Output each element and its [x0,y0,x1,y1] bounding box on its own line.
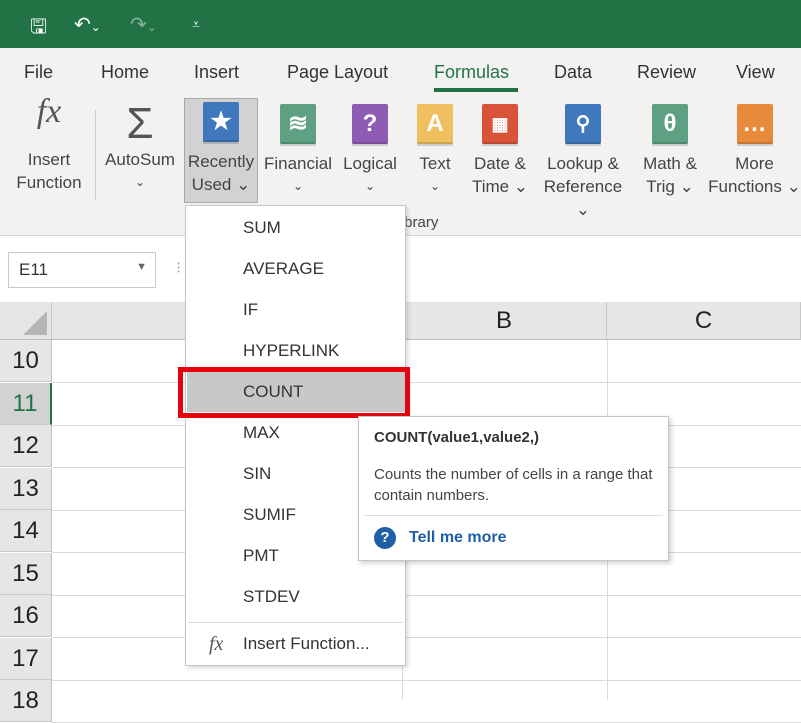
fx-icon: fx [209,633,224,655]
menu-item-hyperlink[interactable]: HYPERLINK [187,331,405,371]
ribbon-tabs: File Home Insert Page Layout Formulas Da… [0,48,801,96]
label: Financial [263,154,333,173]
gridline [52,382,801,383]
recently-used-button[interactable]: ★ Recently Used ⌄ [184,98,258,203]
grip-icon: ⁝ [176,260,182,277]
menu-item-stdev[interactable]: STDEV [187,577,405,617]
label: Time ⌄ [471,177,529,196]
label: Math & [643,154,697,173]
more-functions-button[interactable]: … More Functions ⌄ [708,100,801,198]
menu-item-sum[interactable]: SUM [187,208,405,248]
row-header-17[interactable]: 17 [0,637,52,680]
save-icon[interactable]: 🖫 [30,12,47,46]
label: Used ⌄ [191,175,251,194]
theta-book-icon: θ [652,104,688,146]
insert-function-button[interactable]: fx Insert Function [10,93,88,194]
label: Trig ⌄ [646,177,694,196]
fx-icon: fx [36,93,62,130]
magnifier-book-icon: ⚲ [565,104,601,146]
menu-item-insert-function[interactable]: fx Insert Function... [187,624,405,664]
label: Insert Function... [243,634,370,653]
date-time-button[interactable]: ▦ Date & Time ⌄ [470,100,530,198]
row-header-13[interactable]: 13 [0,467,52,510]
redo-icon[interactable]: ↷⌄ [130,12,157,37]
more-book-icon: … [736,104,773,146]
tab-page-layout[interactable]: Page Layout [287,62,388,83]
text-button[interactable]: A Text ⌄ [410,100,460,198]
row-header-18[interactable]: 18 [0,680,52,722]
active-tab-indicator [434,88,518,92]
lookup-reference-button[interactable]: ⚲ Lookup & Reference ⌄ [536,100,630,221]
tooltip-title: COUNT(value1,value2,) [374,429,540,446]
label: Recently [187,152,255,171]
tab-formulas[interactable]: Formulas [434,62,509,83]
row-header-14[interactable]: 14 [0,510,52,552]
row-header-10[interactable]: 10 [0,340,52,382]
question-book-icon: ? [352,104,388,146]
label: ⌄ [134,175,146,189]
row-header-15[interactable]: 15 [0,552,52,595]
row-header-16[interactable]: 16 [0,595,52,637]
undo-icon[interactable]: ↶⌄ [74,12,101,37]
gridline [52,594,801,596]
label: Reference ⌄ [543,177,623,219]
tell-me-more-link[interactable]: Tell me more [409,529,507,547]
math-trig-button[interactable]: θ Math & Trig ⌄ [636,100,704,198]
label: ⌄ [364,179,376,193]
label: Insert [27,150,71,169]
column-header-b[interactable]: B [402,302,607,340]
column-header-c[interactable]: C [607,302,801,340]
label: ⌄ [292,179,304,193]
label: Lookup & [547,154,619,173]
calendar-book-icon: ▦ [482,104,518,146]
highlight-box [178,367,410,418]
row-header-12[interactable]: 12 [0,425,52,467]
tooltip-body: Counts the number of cells in a range th… [374,466,653,504]
autosum-button[interactable]: Σ AutoSum ⌄ [102,100,178,194]
tab-view[interactable]: View [736,62,775,83]
tab-insert[interactable]: Insert [194,62,239,83]
label: Logical [343,154,397,173]
help-icon[interactable]: ? [374,527,396,549]
gridline [52,637,801,638]
label: Date & [474,154,526,173]
star-book-icon: ★ [203,102,239,144]
label: ⌄ [429,179,441,193]
coins-book-icon: ≋ [280,104,316,146]
name-box[interactable]: E11 ▼ [8,252,156,288]
title-bar: 🖫 ↶⌄ ↷⌄ ⩡ [0,0,801,48]
sigma-icon: Σ [126,99,154,148]
label: Text [419,154,451,173]
logical-button[interactable]: ? Logical ⌄ [338,100,402,198]
separator [95,110,96,200]
tab-file[interactable]: File [24,62,53,83]
row-header-11[interactable]: 11 [0,382,52,425]
dropdown-arrow-icon[interactable]: ▼ [136,261,147,273]
select-all-corner[interactable] [0,302,52,340]
label: Function [16,173,82,192]
menu-separator [188,622,403,623]
name-box-value: E11 [19,260,48,279]
separator [365,515,663,516]
tab-review[interactable]: Review [637,62,696,83]
customize-icon[interactable]: ⩡ [192,16,200,33]
tab-home[interactable]: Home [101,62,149,83]
label: More [735,154,774,173]
menu-item-if[interactable]: IF [187,290,405,330]
function-tooltip: COUNT(value1,value2,) Counts the number … [358,416,669,561]
financial-button[interactable]: ≋ Financial ⌄ [262,100,334,198]
tab-data[interactable]: Data [554,62,592,83]
text-book-icon: A [417,104,453,146]
gridline [52,679,801,681]
label: Functions ⌄ [708,177,801,196]
label: AutoSum [105,150,175,169]
menu-item-average[interactable]: AVERAGE [187,249,405,289]
